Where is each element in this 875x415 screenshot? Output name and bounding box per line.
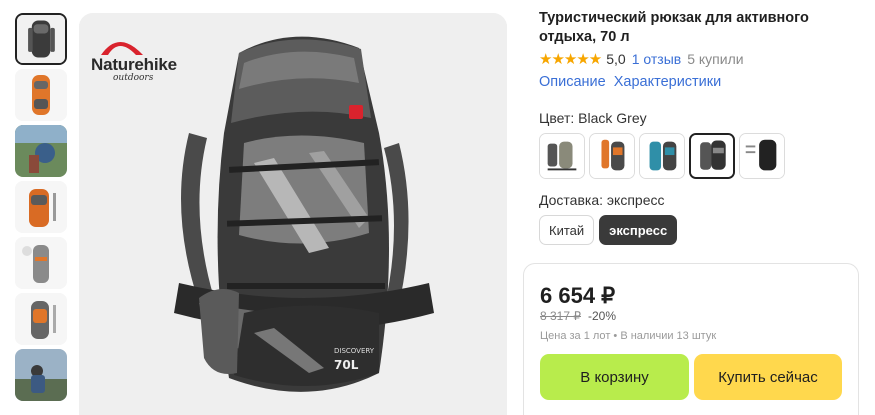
thumbnail-photo-person[interactable] bbox=[15, 349, 67, 401]
tab-specifications[interactable]: Характеристики bbox=[614, 74, 722, 90]
tab-description[interactable]: Описание bbox=[539, 74, 606, 90]
brand-logo: Naturehike outdoors bbox=[91, 33, 191, 83]
old-price: 8 317 ₽ bbox=[540, 309, 581, 323]
color-option-blue[interactable] bbox=[639, 133, 685, 179]
volume-label: 70L bbox=[334, 358, 359, 372]
delivery-option-china[interactable]: Китай bbox=[539, 215, 595, 245]
series-label: DISCOVERY bbox=[334, 347, 375, 355]
thumbnail-photo-outdoor[interactable] bbox=[15, 125, 67, 177]
buy-now-button[interactable]: Купить сейчас bbox=[694, 354, 842, 400]
color-option-black-grey[interactable] bbox=[689, 133, 735, 179]
brand-name: Naturehike bbox=[91, 55, 177, 74]
thumbnail-list bbox=[15, 13, 69, 405]
current-price: 6 654 ₽ bbox=[540, 283, 616, 308]
color-option-orange[interactable] bbox=[589, 133, 635, 179]
thumbnail-backpack-orange-back[interactable] bbox=[15, 293, 67, 345]
price-card: 6 654 ₽ 8 317 ₽ -20% Цена за 1 лот • В н… bbox=[523, 263, 859, 415]
old-price-row: 8 317 ₽ -20% bbox=[540, 309, 616, 323]
color-option-grey[interactable] bbox=[539, 133, 585, 179]
delivery-option-express[interactable]: экспресс bbox=[599, 215, 678, 245]
color-options bbox=[539, 133, 789, 179]
rating-value: 5,0 bbox=[606, 51, 626, 67]
thumbnail-backpack-orange-side[interactable] bbox=[15, 181, 67, 233]
stock-info: Цена за 1 лот • В наличии 13 штук bbox=[540, 330, 717, 342]
star-rating-icon: ★★★★★ bbox=[539, 51, 602, 68]
purchases-count: 5 купили bbox=[687, 51, 744, 67]
delivery-options: Китай экспресс bbox=[539, 215, 682, 245]
brand-arc-icon bbox=[101, 42, 143, 55]
reviews-link[interactable]: 1 отзыв bbox=[632, 51, 682, 67]
discount-badge: -20% bbox=[588, 309, 617, 323]
add-to-cart-button[interactable]: В корзину bbox=[540, 354, 689, 400]
main-product-image[interactable]: DISCOVERY 70L Naturehike outdoors bbox=[79, 13, 507, 415]
product-tabs: Описание Характеристики bbox=[539, 74, 729, 90]
thumbnail-backpack-black[interactable] bbox=[15, 13, 67, 65]
brand-subtitle: outdoors bbox=[113, 73, 154, 83]
color-option-black[interactable] bbox=[739, 133, 785, 179]
delivery-label: Доставка: экспресс bbox=[539, 192, 665, 208]
thumbnail-backpack-detail[interactable] bbox=[15, 237, 67, 289]
color-label: Цвет: Black Grey bbox=[539, 110, 647, 126]
rating-row: ★★★★★ 5,0 1 отзыв 5 купили bbox=[539, 50, 744, 68]
product-title: Туристический рюкзак для активного отдых… bbox=[539, 10, 809, 45]
thumbnail-backpack-orange[interactable] bbox=[15, 69, 67, 121]
